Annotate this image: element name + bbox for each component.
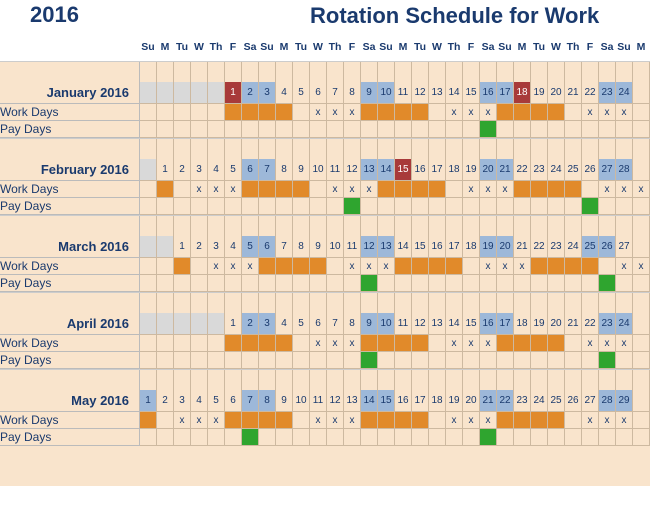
dow-cell: W (548, 33, 565, 61)
dow-cell: Sa (599, 33, 616, 61)
pay-days-label: Pay Days (0, 429, 140, 446)
month-name: March 2016 (0, 236, 140, 258)
work-days-label: Work Days (0, 258, 140, 275)
dow-cell: Tu (174, 33, 191, 61)
dow-cell: W (310, 33, 327, 61)
pay-days-label: Pay Days (0, 352, 140, 369)
pay-days-label: Pay Days (0, 198, 140, 215)
month-name: May 2016 (0, 390, 140, 412)
work-days-label: Work Days (0, 412, 140, 429)
dow-cell: Su (616, 33, 633, 61)
day-of-week-header: SuMTuWThFSaSuMTuWThFSaSuMTuWThFSaSuMTuWT… (0, 33, 650, 61)
dow-cell: Sa (242, 33, 259, 61)
work-days-label: Work Days (0, 335, 140, 352)
month-name: April 2016 (0, 313, 140, 335)
dow-cell: Su (259, 33, 276, 61)
dow-cell: Su (378, 33, 395, 61)
dow-spacer (0, 33, 140, 61)
dow-cell: Su (497, 33, 514, 61)
dow-cell: W (191, 33, 208, 61)
month-name: January 2016 (0, 82, 140, 104)
page-title: Rotation Schedule for Work (140, 3, 599, 29)
dow-cell: Su (140, 33, 157, 61)
dow-cell: M (395, 33, 412, 61)
dow-cell: Sa (480, 33, 497, 61)
dow-cell: Th (565, 33, 582, 61)
work-days-label: Work Days (0, 181, 140, 198)
month-block: May 201612345678910111213141516171819202… (0, 369, 650, 446)
dow-cell: Tu (531, 33, 548, 61)
pay-days-label: Pay Days (0, 121, 140, 138)
pay-days-label: Pay Days (0, 275, 140, 292)
dow-cell: Tu (412, 33, 429, 61)
dow-cell: M (633, 33, 650, 61)
month-block: March 2016123456789101112131415161718192… (0, 215, 650, 292)
dow-cell: M (276, 33, 293, 61)
dow-cell: Th (446, 33, 463, 61)
dow-cell: Sa (361, 33, 378, 61)
month-name: February 2016 (0, 159, 140, 181)
header: 2016 Rotation Schedule for Work (0, 0, 650, 33)
dow-cell: F (344, 33, 361, 61)
dow-cell: Th (327, 33, 344, 61)
month-block: January 20161234567891011121314151617181… (0, 61, 650, 138)
dow-cell: F (582, 33, 599, 61)
dow-grid: SuMTuWThFSaSuMTuWThFSaSuMTuWThFSaSuMTuWT… (140, 33, 650, 61)
month-block: February 2016123456789101112131415161718… (0, 138, 650, 215)
work-days-label: Work Days (0, 104, 140, 121)
dow-cell: Th (208, 33, 225, 61)
dow-cell: M (157, 33, 174, 61)
dow-cell: F (463, 33, 480, 61)
dow-cell: M (514, 33, 531, 61)
months-container: January 20161234567891011121314151617181… (0, 61, 650, 446)
rotation-schedule-page: 2016 Rotation Schedule for Work SuMTuWTh… (0, 0, 650, 486)
dow-cell: F (225, 33, 242, 61)
year-label: 2016 (0, 0, 140, 32)
month-block: April 2016123456789101112131415161718192… (0, 292, 650, 369)
dow-cell: Tu (293, 33, 310, 61)
dow-cell: W (429, 33, 446, 61)
